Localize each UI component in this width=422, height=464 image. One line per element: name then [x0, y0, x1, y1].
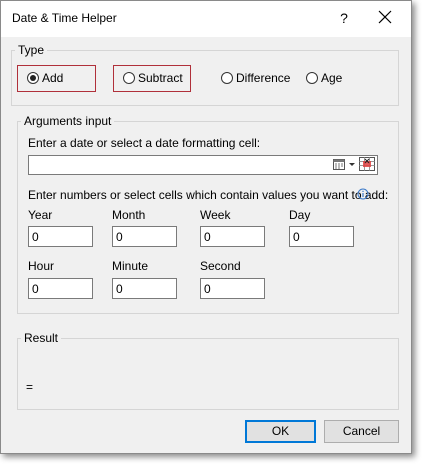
- minute-label: Minute: [112, 259, 149, 273]
- second-input[interactable]: [200, 278, 265, 299]
- radio-age-label: Age: [321, 71, 343, 85]
- day-input[interactable]: [289, 226, 354, 247]
- close-button[interactable]: [372, 6, 398, 30]
- dropdown-arrow-icon[interactable]: [348, 158, 356, 170]
- date-input-buttons: [333, 157, 375, 171]
- radio-age-circle[interactable]: [306, 72, 318, 84]
- week-label: Week: [200, 208, 231, 222]
- radio-add[interactable]: Add: [27, 70, 63, 86]
- range-select-icon[interactable]: [359, 157, 375, 171]
- window-title: Date & Time Helper: [12, 11, 117, 25]
- title-bar: Date & Time Helper ?: [1, 1, 411, 37]
- result-group: Result: [17, 331, 399, 410]
- radio-add-circle[interactable]: [27, 72, 39, 84]
- numbers-prompt-label: Enter numbers or select cells which cont…: [28, 188, 389, 202]
- ok-button[interactable]: OK: [245, 420, 316, 443]
- second-label: Second: [200, 259, 241, 273]
- year-input[interactable]: [28, 226, 93, 247]
- radio-subtract-label: Subtract: [138, 71, 183, 85]
- date-prompt-label: Enter a date or select a date formatting…: [28, 136, 261, 150]
- radio-add-label: Add: [42, 71, 64, 85]
- date-input[interactable]: [28, 155, 378, 175]
- radio-difference[interactable]: Difference: [221, 70, 290, 86]
- help-button[interactable]: ?: [332, 6, 356, 30]
- month-input[interactable]: [112, 226, 177, 247]
- radio-difference-circle[interactable]: [221, 72, 233, 84]
- close-icon: [378, 10, 392, 24]
- result-value: =: [26, 380, 34, 394]
- info-icon[interactable]: [357, 188, 369, 200]
- radio-difference-label: Difference: [236, 71, 291, 85]
- hour-label: Hour: [28, 259, 55, 273]
- arguments-legend: Arguments input: [24, 114, 112, 128]
- month-label: Month: [112, 208, 146, 222]
- week-input[interactable]: [200, 226, 265, 247]
- radio-subtract-circle[interactable]: [123, 72, 135, 84]
- calendar-icon[interactable]: [333, 158, 345, 170]
- radio-subtract[interactable]: Subtract: [123, 70, 183, 86]
- result-legend: Result: [24, 331, 59, 345]
- hour-input[interactable]: [28, 278, 93, 299]
- type-legend: Type: [18, 43, 45, 57]
- radio-age[interactable]: Age: [306, 70, 342, 86]
- minute-input[interactable]: [112, 278, 177, 299]
- cancel-button[interactable]: Cancel: [324, 420, 399, 443]
- year-label: Year: [28, 208, 53, 222]
- day-label: Day: [289, 208, 311, 222]
- date-time-helper-dialog: Date & Time Helper ? Type Add Subtract D…: [0, 0, 412, 454]
